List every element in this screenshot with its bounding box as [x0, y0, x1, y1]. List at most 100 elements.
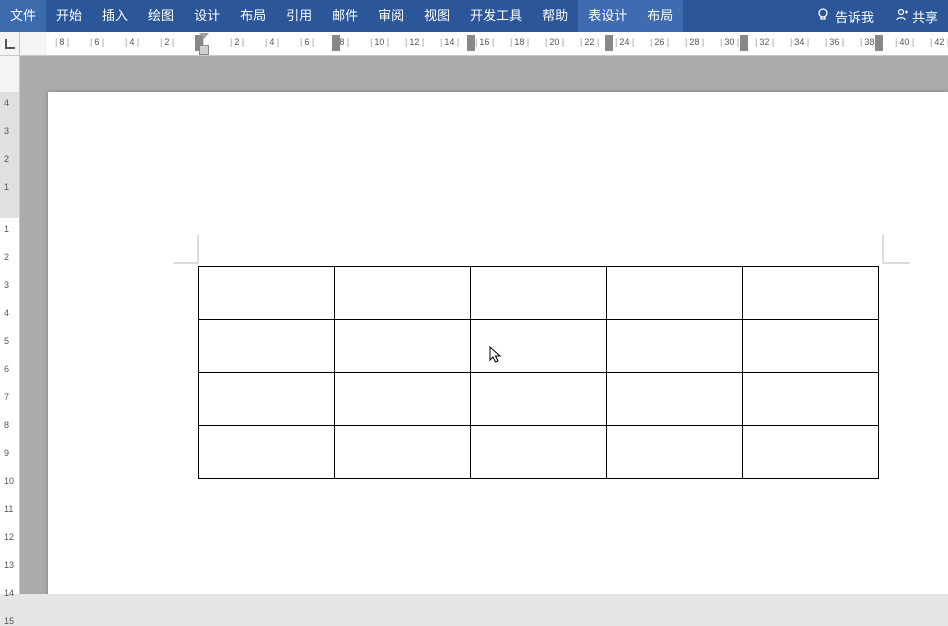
- tab-home[interactable]: 开始: [46, 0, 92, 32]
- hruler-tick: 18: [510, 37, 529, 47]
- ribbon-tabs: 文件 开始 插入 绘图 设计 布局 引用 邮件 审阅 视图 开发工具 帮助 表设…: [0, 0, 683, 32]
- vruler-tick: 3: [4, 280, 9, 290]
- tell-me-label: 告诉我: [835, 7, 874, 26]
- hruler-tick: 6: [90, 37, 104, 47]
- table-body: [199, 267, 879, 479]
- hruler-tick: 2: [160, 37, 174, 47]
- lightbulb-icon: [816, 8, 830, 25]
- table-cell[interactable]: [743, 373, 879, 426]
- document-workspace[interactable]: [20, 56, 948, 594]
- tab-help[interactable]: 帮助: [532, 0, 578, 32]
- tab-layout[interactable]: 布局: [230, 0, 276, 32]
- table-cell[interactable]: [607, 426, 743, 479]
- hruler-track: 8642246810121416182022242628303234363840…: [47, 32, 948, 55]
- column-marker[interactable]: [467, 35, 475, 51]
- vertical-ruler[interactable]: 4321123456789101112131415: [0, 56, 20, 594]
- hruler-tick: 4: [125, 37, 139, 47]
- ribbon: 文件 开始 插入 绘图 设计 布局 引用 邮件 审阅 视图 开发工具 帮助 表设…: [0, 0, 948, 32]
- tab-file[interactable]: 文件: [0, 0, 46, 32]
- table-cell[interactable]: [199, 426, 335, 479]
- column-marker[interactable]: [740, 35, 748, 51]
- hruler-tick: 8: [55, 37, 69, 47]
- tab-mailings[interactable]: 邮件: [322, 0, 368, 32]
- vruler-tick: 4: [4, 308, 9, 318]
- hruler-tick: 24: [615, 37, 634, 47]
- vruler-tick: 9: [4, 448, 9, 458]
- tab-insert[interactable]: 插入: [92, 0, 138, 32]
- tab-table-design[interactable]: 表设计: [578, 0, 637, 32]
- hruler-tick: 34: [790, 37, 809, 47]
- tab-design[interactable]: 设计: [184, 0, 230, 32]
- vruler-tick: 11: [4, 504, 13, 514]
- page[interactable]: [48, 92, 948, 594]
- table-row[interactable]: [199, 373, 879, 426]
- table-row[interactable]: [199, 426, 879, 479]
- hruler-tick: 20: [545, 37, 564, 47]
- hruler-tick: 36: [825, 37, 844, 47]
- tab-draw[interactable]: 绘图: [138, 0, 184, 32]
- hruler-tick: 40: [895, 37, 914, 47]
- column-marker[interactable]: [875, 35, 883, 51]
- hruler-tick: 16: [475, 37, 494, 47]
- hruler-tick: 26: [650, 37, 669, 47]
- vruler-track: 4321123456789101112131415: [0, 92, 19, 594]
- horizontal-ruler[interactable]: 8642246810121416182022242628303234363840…: [0, 32, 948, 56]
- table-cell[interactable]: [607, 320, 743, 373]
- tabstop-selector[interactable]: [0, 32, 20, 56]
- table-cell[interactable]: [471, 320, 607, 373]
- table-cell[interactable]: [471, 426, 607, 479]
- vruler-tick: 4: [4, 98, 9, 108]
- table-row[interactable]: [199, 320, 879, 373]
- vruler-tick: 1: [4, 182, 9, 192]
- hruler-tick: 4: [265, 37, 279, 47]
- table-cell[interactable]: [607, 373, 743, 426]
- hruler-tick: 30: [720, 37, 739, 47]
- document-table[interactable]: [198, 266, 879, 479]
- table-cell[interactable]: [743, 426, 879, 479]
- hanging-indent-marker[interactable]: [199, 45, 209, 55]
- ribbon-right: 告诉我 共享: [806, 0, 948, 32]
- tell-me-search[interactable]: 告诉我: [806, 0, 884, 32]
- table-cell[interactable]: [199, 373, 335, 426]
- table-cell[interactable]: [335, 373, 471, 426]
- table-cell[interactable]: [743, 267, 879, 320]
- vruler-tick: 7: [4, 392, 9, 402]
- hruler-tick: 12: [405, 37, 424, 47]
- vruler-tick: 1: [4, 224, 9, 234]
- vruler-tick: 6: [4, 364, 9, 374]
- vruler-tick: 8: [4, 420, 9, 430]
- table-cell[interactable]: [471, 373, 607, 426]
- hruler-tick: 32: [755, 37, 774, 47]
- tab-developer[interactable]: 开发工具: [460, 0, 532, 32]
- table-cell[interactable]: [335, 267, 471, 320]
- hruler-tick: 42: [930, 37, 948, 47]
- tabstop-l-icon: [5, 39, 15, 49]
- tab-view[interactable]: 视图: [414, 0, 460, 32]
- table-cell[interactable]: [607, 267, 743, 320]
- table-row[interactable]: [199, 267, 879, 320]
- vruler-tick: 2: [4, 154, 9, 164]
- vruler-tick: 15: [4, 616, 14, 626]
- vruler-tick: 3: [4, 126, 9, 136]
- table-cell[interactable]: [335, 426, 471, 479]
- vruler-tick: 13: [4, 560, 14, 570]
- table-cell[interactable]: [199, 320, 335, 373]
- table-cell[interactable]: [335, 320, 471, 373]
- hruler-tick: 10: [370, 37, 389, 47]
- column-marker[interactable]: [605, 35, 613, 51]
- hruler-tick: 2: [230, 37, 244, 47]
- tab-references[interactable]: 引用: [276, 0, 322, 32]
- vruler-tick: 14: [4, 588, 14, 598]
- vruler-tick: 2: [4, 252, 9, 262]
- tab-review[interactable]: 审阅: [368, 0, 414, 32]
- table-cell[interactable]: [199, 267, 335, 320]
- hruler-tick: 14: [440, 37, 459, 47]
- table-cell[interactable]: [743, 320, 879, 373]
- column-marker[interactable]: [332, 35, 340, 51]
- margin-corner-marks: [48, 235, 948, 265]
- vruler-tick: 12: [4, 532, 14, 542]
- table-cell[interactable]: [471, 267, 607, 320]
- hruler-tick: 6: [300, 37, 314, 47]
- share-button[interactable]: 共享: [884, 0, 948, 32]
- tab-table-layout[interactable]: 布局: [637, 0, 683, 32]
